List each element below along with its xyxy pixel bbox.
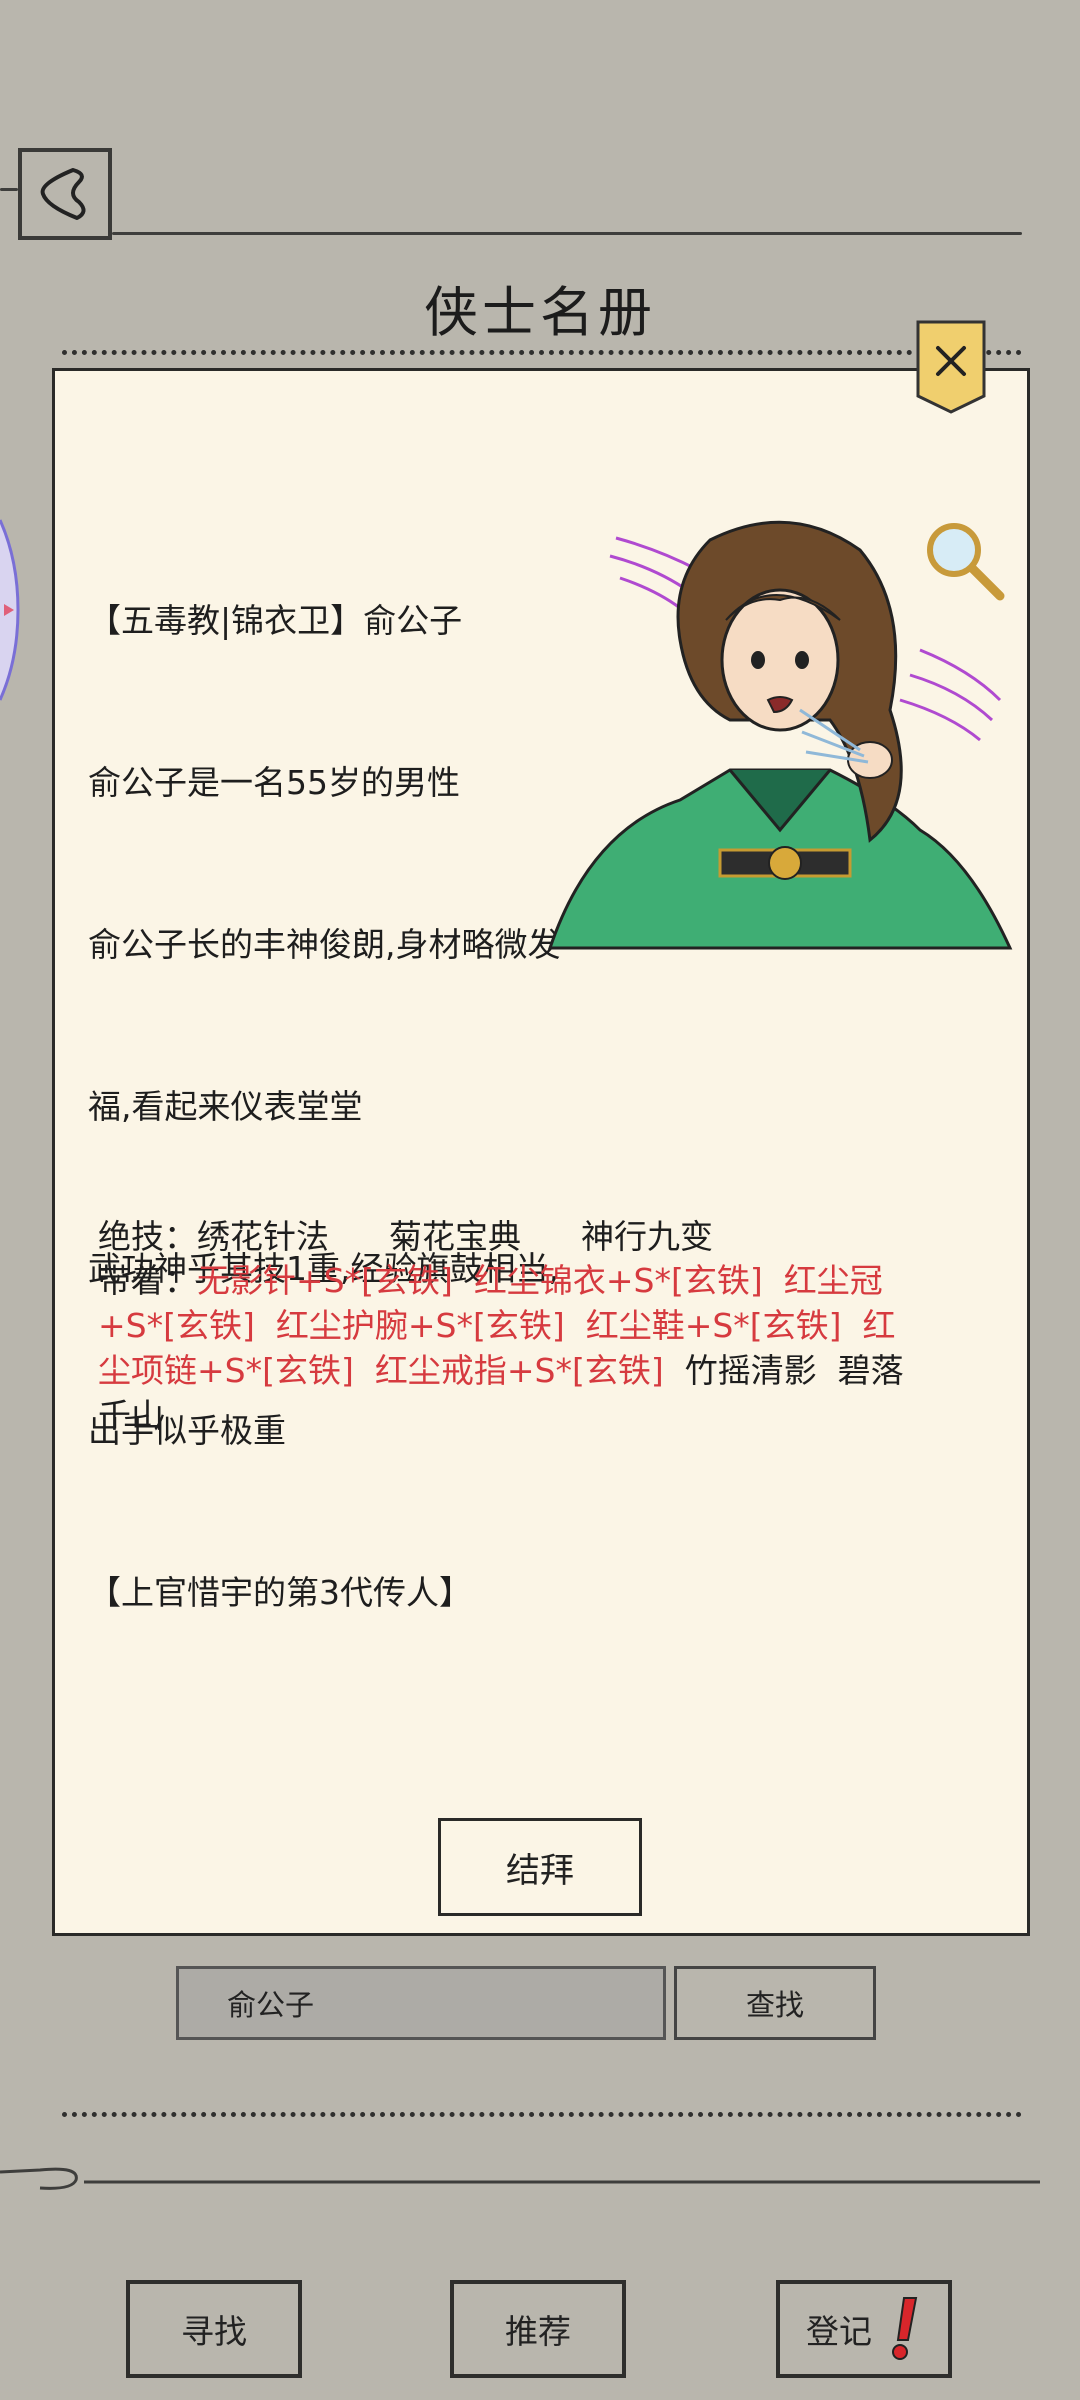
dotted-divider: [62, 350, 1022, 355]
bottom-divider-line: [0, 2167, 1040, 2190]
close-button[interactable]: [914, 318, 988, 414]
skills-label: 绝技：: [98, 1217, 197, 1256]
top-divider-line: [0, 188, 18, 191]
skills-row: 绝技：绣花针法 菊花宝典 神行九变: [98, 1214, 978, 1260]
equipment-item: 红尘鞋+S*[玄铁]: [585, 1306, 842, 1345]
skill-item: 绣花针法: [197, 1217, 329, 1256]
bio-line: 【上官惜宇的第3代传人】: [88, 1573, 472, 1612]
equipment-list: 带着：无影针+S*[玄铁] 红尘锦衣+S*[玄铁] 红尘冠+S*[玄铁] 红尘护…: [98, 1258, 918, 1438]
skill-item: 菊花宝典: [389, 1217, 521, 1256]
equipment-item: 竹摇清影: [684, 1351, 817, 1390]
seek-button[interactable]: 寻找: [126, 2280, 302, 2378]
magnifier-icon[interactable]: [918, 514, 1008, 604]
register-button[interactable]: 登记: [776, 2280, 952, 2378]
side-tab-handle[interactable]: [0, 500, 24, 720]
search-input[interactable]: 俞公子: [176, 1966, 666, 2040]
seek-label: 寻找: [181, 2312, 247, 2351]
top-divider-line: [112, 232, 1022, 235]
equipment-item: 红尘锦衣+S*[玄铁]: [473, 1261, 763, 1300]
back-arrow-icon: [40, 168, 86, 220]
skill-item: 神行九变: [581, 1217, 713, 1256]
gear-label: 带着：: [98, 1261, 197, 1300]
bio-line: 福,看起来仪表堂堂: [88, 1087, 363, 1126]
bond-button[interactable]: 结拜: [438, 1818, 642, 1916]
dotted-divider: [62, 2112, 1022, 2117]
equipment-item: 红尘护腕+S*[玄铁]: [275, 1306, 565, 1345]
recommend-label: 推荐: [505, 2312, 571, 2351]
equipment-item: 红尘戒指+S*[玄铁]: [374, 1351, 664, 1390]
equipment-item: 无影针+S*[玄铁]: [197, 1261, 453, 1300]
find-button[interactable]: 查找: [674, 1966, 876, 2040]
back-button[interactable]: [18, 148, 112, 240]
exclamation-icon: [892, 2297, 918, 2360]
register-label: 登记: [806, 2312, 872, 2351]
search-input-value: 俞公子: [227, 1988, 315, 2022]
recommend-button[interactable]: 推荐: [450, 2280, 626, 2378]
